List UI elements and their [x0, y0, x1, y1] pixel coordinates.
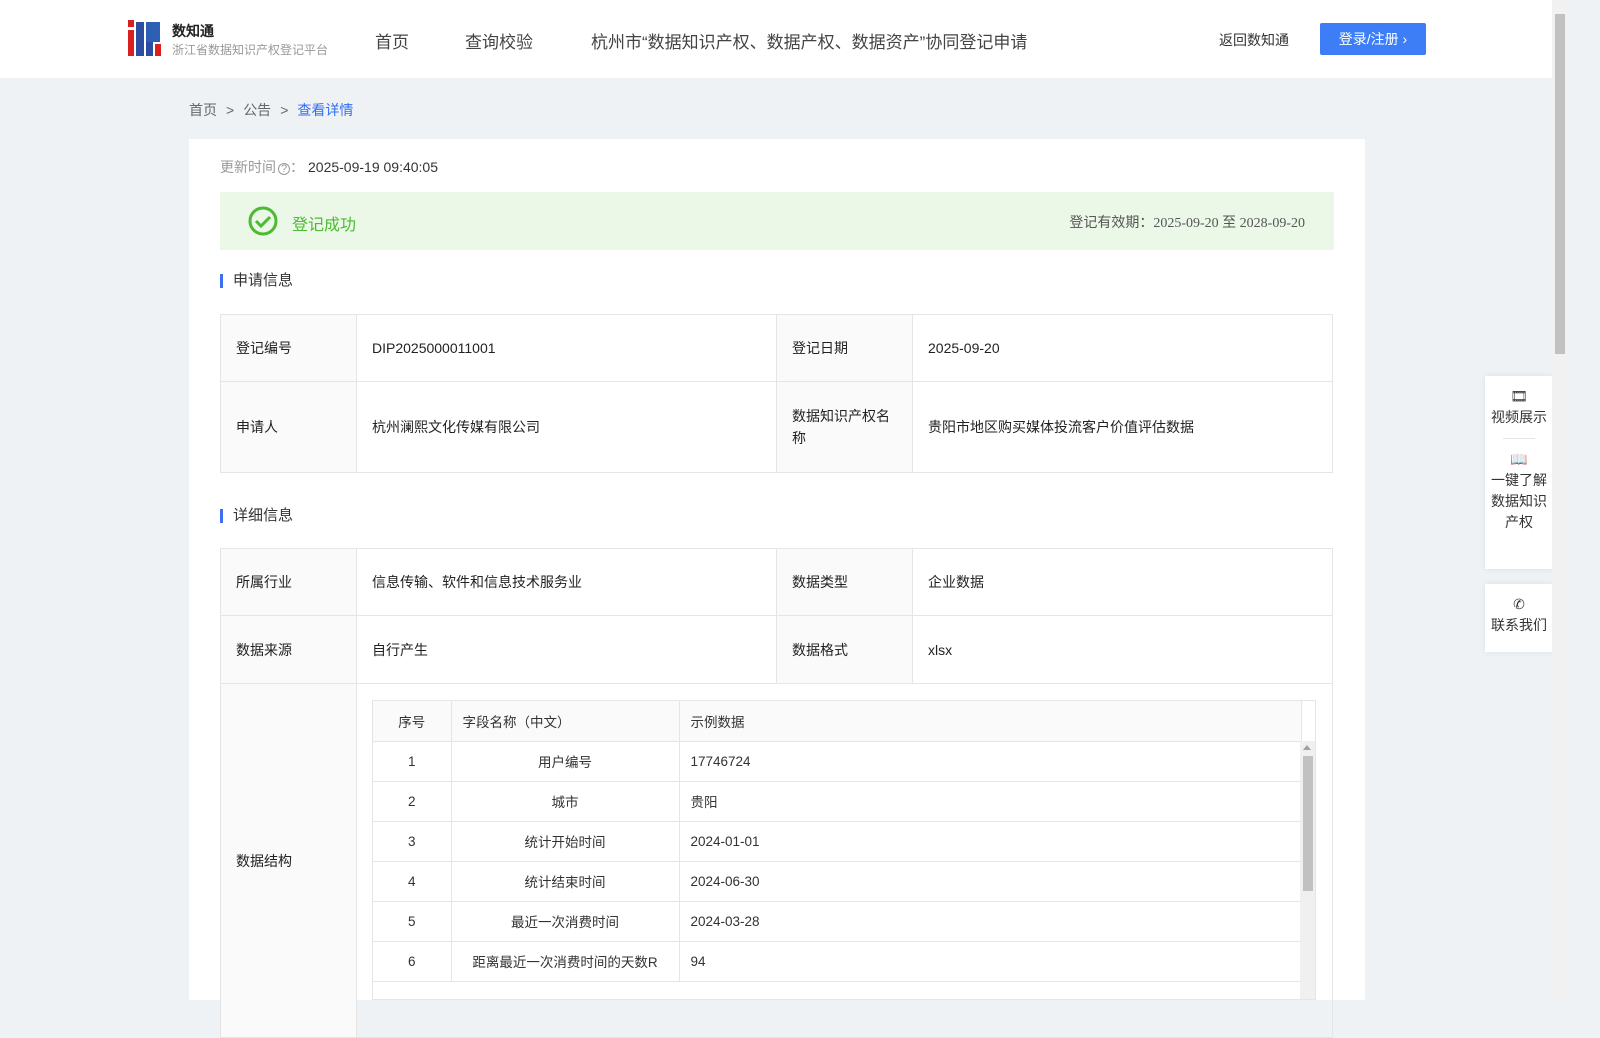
field-sample: 94	[679, 941, 1302, 982]
field-row: 1 用户编号 17746724	[373, 741, 1302, 782]
validity-end: 2028-09-20	[1239, 216, 1305, 231]
col-header: 序号	[373, 701, 452, 742]
field-index: 2	[373, 781, 452, 822]
field-index: 6	[373, 941, 452, 982]
field-row: 6 距离最近一次消费时间的天数R 94	[373, 941, 1302, 982]
phone-icon: ✆	[1513, 596, 1525, 612]
status-banner: 登记成功 登记有效期：2025-09-20 至 2028-09-20	[220, 192, 1334, 250]
scroll-up-icon[interactable]	[1303, 745, 1311, 750]
table-row: 数据来源 自行产生 数据格式 xlsx	[220, 615, 1333, 684]
section-detail-title: 详细信息	[220, 508, 293, 523]
check-circle-icon	[248, 206, 278, 236]
breadcrumb-home[interactable]: 首页	[189, 102, 217, 118]
nav-hangzhou-apply[interactable]: 杭州市“数据知识产权、数据产权、数据资产”协同登记申请	[591, 28, 1027, 53]
brand-name: 数知通	[172, 23, 214, 39]
section-apply-title: 申请信息	[220, 273, 293, 288]
update-value: 2025-09-19 09:40:05	[308, 159, 438, 175]
value: xlsx	[912, 615, 1333, 684]
field-row: 2 城市 贵阳	[373, 781, 1302, 822]
login-label: 登录/注册	[1338, 31, 1399, 47]
apply-table: 登记编号 DIP2025000011001 登记日期 2025-09-20 申请人 杭州…	[220, 314, 1333, 473]
field-sample: 贵阳	[679, 781, 1302, 822]
learn-button[interactable]: 📖 一键了解数据知识产权	[1485, 439, 1553, 543]
status-text: 登记成功	[292, 217, 357, 234]
contact-panel: ✆ 联系我们	[1485, 584, 1553, 652]
field-index: 5	[373, 901, 452, 942]
validity-to: 至	[1222, 216, 1237, 231]
inner-scrollbar[interactable]	[1300, 741, 1315, 999]
label: 数据结构	[220, 683, 357, 1038]
logo-icon	[128, 20, 161, 56]
field-sample: 2024-06-30	[679, 861, 1302, 902]
field-sample: 2024-01-01	[679, 821, 1302, 862]
data-structure-table: 序号 字段名称（中文） 示例数据 1 用户编号 17746724 2 城市 贵阳 3 统计开始时间…	[372, 700, 1316, 1000]
brand-subtitle: 浙江省数据知识产权登记平台	[172, 43, 329, 57]
back-link[interactable]: 返回数知通	[1219, 30, 1289, 50]
learn-label: 一键了解数据知识产权	[1491, 472, 1547, 530]
validity-start: 2025-09-20	[1153, 216, 1219, 231]
value: DIP2025000011001	[356, 314, 777, 382]
label: 登记日期	[776, 314, 913, 382]
validity-label: 登记有效期：	[1069, 214, 1154, 230]
field-name: 统计结束时间	[451, 861, 680, 902]
table-row: 登记编号 DIP2025000011001 登记日期 2025-09-20	[220, 314, 1333, 382]
help-icon[interactable]: ?	[278, 163, 290, 175]
breadcrumb-notice[interactable]: 公告	[243, 102, 271, 118]
nav-query[interactable]: 查询校验	[465, 28, 533, 53]
field-row: 5 最近一次消费时间 2024-03-28	[373, 901, 1302, 942]
field-name: 用户编号	[451, 741, 680, 782]
table-row: 所属行业 信息传输、软件和信息技术服务业 数据类型 企业数据	[220, 548, 1333, 616]
field-row: 3 统计开始时间 2024-01-01	[373, 821, 1302, 862]
breadcrumb: 首页 > 公告 > 查看详情	[189, 102, 354, 118]
chevron-right-icon: ›	[1402, 31, 1408, 47]
update-label: 更新时间	[220, 159, 276, 175]
label: 数据类型	[776, 548, 913, 616]
label: 数据来源	[220, 615, 357, 684]
field-index: 4	[373, 861, 452, 902]
field-index: 3	[373, 821, 452, 862]
col-header: 字段名称（中文）	[451, 701, 680, 742]
value: 杭州澜熙文化传媒有限公司	[356, 381, 777, 473]
floating-toolbar: 🎞 视频展示 📖 一键了解数据知识产权	[1485, 376, 1553, 569]
field-sample: 2024-03-28	[679, 901, 1302, 942]
detail-card: 更新时间?： 2025-09-19 09:40:05 登记成功 登记有效期：202…	[189, 139, 1365, 1038]
field-sample: 17746724	[679, 741, 1302, 782]
page-scroll-thumb[interactable]	[1555, 14, 1565, 354]
breadcrumb-current: 查看详情	[297, 102, 354, 118]
label: 数据格式	[776, 615, 913, 684]
label: 登记编号	[220, 314, 357, 382]
top-header: 数知通 浙江省数据知识产权登记平台 首页 查询校验 杭州市“数据知识产权、数据产…	[0, 0, 1552, 78]
validity: 登记有效期：2025-09-20 至 2028-09-20	[1069, 212, 1305, 232]
update-time: 更新时间?： 2025-09-19 09:40:05	[220, 159, 438, 175]
value: 2025-09-20	[912, 314, 1333, 382]
contact-label: 联系我们	[1491, 617, 1547, 633]
scroll-thumb[interactable]	[1303, 756, 1313, 891]
contact-button[interactable]: ✆ 联系我们	[1485, 584, 1553, 646]
field-name: 统计开始时间	[451, 821, 680, 862]
col-header: 示例数据	[679, 701, 1302, 742]
field-name: 距离最近一次消费时间的天数R	[451, 941, 680, 982]
label: 所属行业	[220, 548, 357, 616]
login-button[interactable]: 登录/注册 ›	[1320, 23, 1426, 55]
video-button[interactable]: 🎞 视频展示	[1485, 376, 1553, 438]
field-index: 1	[373, 741, 452, 782]
value: 信息传输、软件和信息技术服务业	[356, 548, 777, 616]
film-icon: 🎞	[1510, 388, 1528, 404]
label: 数据知识产权名称	[776, 381, 913, 473]
value: 贵阳市地区购买媒体投流客户价值评估数据	[912, 381, 1333, 473]
book-icon: 📖	[1510, 451, 1528, 467]
value: 自行产生	[356, 615, 777, 684]
field-row: 4 统计结束时间 2024-06-30	[373, 861, 1302, 902]
label: 申请人	[220, 381, 357, 473]
video-label: 视频展示	[1491, 409, 1547, 425]
table-row: 申请人 杭州澜熙文化传媒有限公司 数据知识产权名称 贵阳市地区购买媒体投流客户价值评估…	[220, 381, 1333, 473]
field-name: 城市	[451, 781, 680, 822]
nav-home[interactable]: 首页	[375, 28, 409, 53]
page-scrollbar[interactable]	[1552, 0, 1568, 1000]
value: 企业数据	[912, 548, 1333, 616]
field-name: 最近一次消费时间	[451, 901, 680, 942]
